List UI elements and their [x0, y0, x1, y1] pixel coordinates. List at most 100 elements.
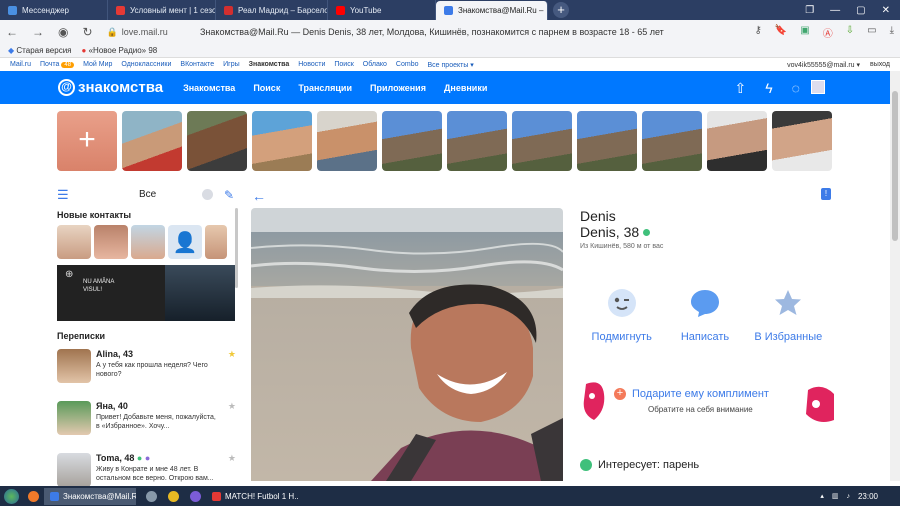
app-taskbar-icon[interactable]	[140, 486, 162, 506]
portal-link-all-projects[interactable]: Все проекты ▾	[428, 61, 474, 69]
firefox-taskbar-icon[interactable]	[22, 486, 44, 506]
maximize-icon[interactable]: ▢	[856, 5, 865, 16]
strip-photo[interactable]	[382, 111, 442, 171]
start-button[interactable]	[0, 486, 22, 506]
nav-item-search[interactable]: Поиск	[253, 83, 280, 93]
tray-arrow-icon[interactable]: ▴	[820, 492, 824, 500]
bookmark-old-version[interactable]: ◆ Старая версия	[8, 46, 72, 55]
user-avatar[interactable]	[811, 80, 825, 94]
taskbar-item-znakomstva[interactable]: Знакомства@Mail.R...	[44, 487, 136, 505]
user-email[interactable]: vov4ik55555@mail.ru ▾	[787, 61, 860, 69]
tab-youtube[interactable]: YouTube	[328, 0, 436, 20]
media-player-icon	[212, 491, 221, 501]
key-icon[interactable]: ⚷	[755, 25, 762, 40]
nav-item-apps[interactable]: Приложения	[370, 83, 426, 93]
nav-item-dating[interactable]: Знакомства	[183, 83, 235, 93]
tab-znakomstva[interactable]: Знакомства@Mail.Ru –✕	[436, 1, 548, 20]
downloads-icon[interactable]: ⤓	[890, 25, 894, 40]
shield-icon[interactable]: ◉	[58, 25, 68, 39]
portal-link-cloud[interactable]: Облако	[363, 61, 387, 68]
tab-uslovny-ment[interactable]: Условный мент | 1 сезон	[108, 0, 216, 20]
tab-real-barcelona[interactable]: Реал Мадрид – Барселона	[216, 0, 328, 20]
page-scrollbar[interactable]	[890, 71, 900, 481]
strip-photo[interactable]	[317, 111, 377, 171]
adblock-icon[interactable]: Ⓐ	[823, 25, 833, 40]
contact-avatar[interactable]	[94, 225, 128, 259]
portal-link-mail[interactable]: Почта 48	[40, 61, 75, 68]
strip-photo[interactable]	[772, 111, 832, 171]
screen-icon[interactable]: ▭	[867, 25, 876, 40]
wink-button[interactable]: Подмигнуть	[580, 288, 663, 343]
contact-avatar[interactable]	[57, 225, 91, 259]
filter-all[interactable]: Все	[139, 189, 156, 200]
logout-link[interactable]: выход	[870, 61, 890, 69]
clock[interactable]: 23:00	[858, 492, 878, 501]
strip-photo[interactable]	[447, 111, 507, 171]
contact-avatar[interactable]	[131, 225, 165, 259]
boost-up-icon[interactable]: ⇧	[735, 80, 747, 97]
chrome-taskbar-icon[interactable]	[162, 486, 184, 506]
portal-link-games[interactable]: Игры	[223, 61, 240, 68]
contact-avatar-placeholder[interactable]: 👤	[168, 225, 202, 259]
strip-photo[interactable]	[512, 111, 572, 171]
back-arrow-icon[interactable]: ←	[252, 188, 266, 204]
write-message-button[interactable]: Написать	[663, 288, 746, 343]
taskbar-item-match-futbol[interactable]: MATCH! Futbol 1 H...	[206, 488, 298, 505]
profile-actions: Подмигнуть Написать В Избранные	[580, 288, 830, 343]
forward-icon[interactable]: →	[32, 25, 44, 39]
portal-link-vk[interactable]: ВКонтакте	[180, 61, 214, 68]
messages-icon[interactable]: ◌	[792, 80, 800, 97]
star-icon[interactable]: ★	[228, 401, 236, 412]
add-favorites-button[interactable]: В Избранные	[747, 288, 830, 343]
conversation-item[interactable]: Alina, 43 А у тебя как прошла неделя? Чег…	[57, 349, 238, 393]
strip-photo[interactable]	[577, 111, 637, 171]
minimize-icon[interactable]: —	[830, 5, 840, 16]
conversation-item[interactable]: Яна, 40 Привет! Добавьте меня, пожалуйста…	[57, 401, 238, 445]
back-icon[interactable]: ←	[6, 25, 18, 39]
radio-bookmark-icon: ●	[81, 46, 87, 55]
list-menu-icon[interactable]: ☰	[57, 187, 69, 203]
portal-link-my-world[interactable]: Мой Мир	[83, 61, 112, 68]
portal-link-ok[interactable]: Одноклассники	[121, 61, 171, 68]
add-photo-button[interactable]: +	[57, 111, 117, 171]
tab-list-icon[interactable]: ❐	[805, 5, 814, 16]
reload-icon[interactable]: ↻	[82, 25, 92, 39]
bookmark-icon[interactable]: 🔖	[775, 25, 787, 40]
report-icon[interactable]: !	[821, 188, 831, 200]
network-icon[interactable]: ▥	[832, 492, 839, 500]
status-dot-icon[interactable]	[202, 189, 213, 200]
lightning-icon[interactable]: ϟ	[765, 80, 772, 97]
strip-photo[interactable]	[187, 111, 247, 171]
compliment-link[interactable]: Подарите ему комплимент	[632, 388, 769, 400]
new-tab-button[interactable]: +	[553, 2, 569, 18]
volume-icon[interactable]: ♪	[846, 493, 850, 500]
close-window-icon[interactable]: ✕	[882, 5, 890, 16]
portal-link-combo[interactable]: Combo	[396, 61, 419, 68]
portal-link-mailru[interactable]: Mail.ru	[10, 61, 31, 68]
left-scrollbar[interactable]	[235, 208, 238, 288]
nav-item-diaries[interactable]: Дневники	[444, 83, 487, 93]
star-icon[interactable]: ★	[228, 453, 236, 464]
strip-photo[interactable]	[642, 111, 702, 171]
extension-icon[interactable]: ▣	[800, 25, 809, 40]
site-logo[interactable]: @ знакомства	[58, 79, 163, 96]
compliment-block[interactable]: + Подарите ему комплимент Обратите на себ…	[580, 380, 834, 426]
viber-taskbar-icon[interactable]	[184, 486, 206, 506]
portal-link-search[interactable]: Поиск	[334, 61, 353, 68]
strip-photo[interactable]	[122, 111, 182, 171]
portal-link-news[interactable]: Новости	[298, 61, 325, 68]
url-field[interactable]: love.mail.ru	[122, 27, 168, 37]
portal-link-dating[interactable]: Знакомства	[249, 61, 290, 68]
ad-banner[interactable]: ⊕ NU AMÂNA VISUL!	[57, 265, 235, 321]
bookmark-novoe-radio[interactable]: ● «Новое Радио» 98	[82, 46, 158, 55]
contact-avatar[interactable]	[205, 225, 227, 259]
nav-item-streams[interactable]: Трансляции	[298, 83, 352, 93]
tab-messenger[interactable]: Мессенджер	[0, 0, 108, 20]
strip-photo[interactable]	[252, 111, 312, 171]
profile-photo[interactable]	[251, 208, 563, 481]
yandex-browser-icon	[50, 491, 59, 501]
strip-photo[interactable]	[707, 111, 767, 171]
star-icon[interactable]: ★	[228, 349, 236, 360]
download-icon[interactable]: ⇩	[846, 25, 854, 40]
pencil-icon[interactable]: ✎	[224, 188, 234, 202]
